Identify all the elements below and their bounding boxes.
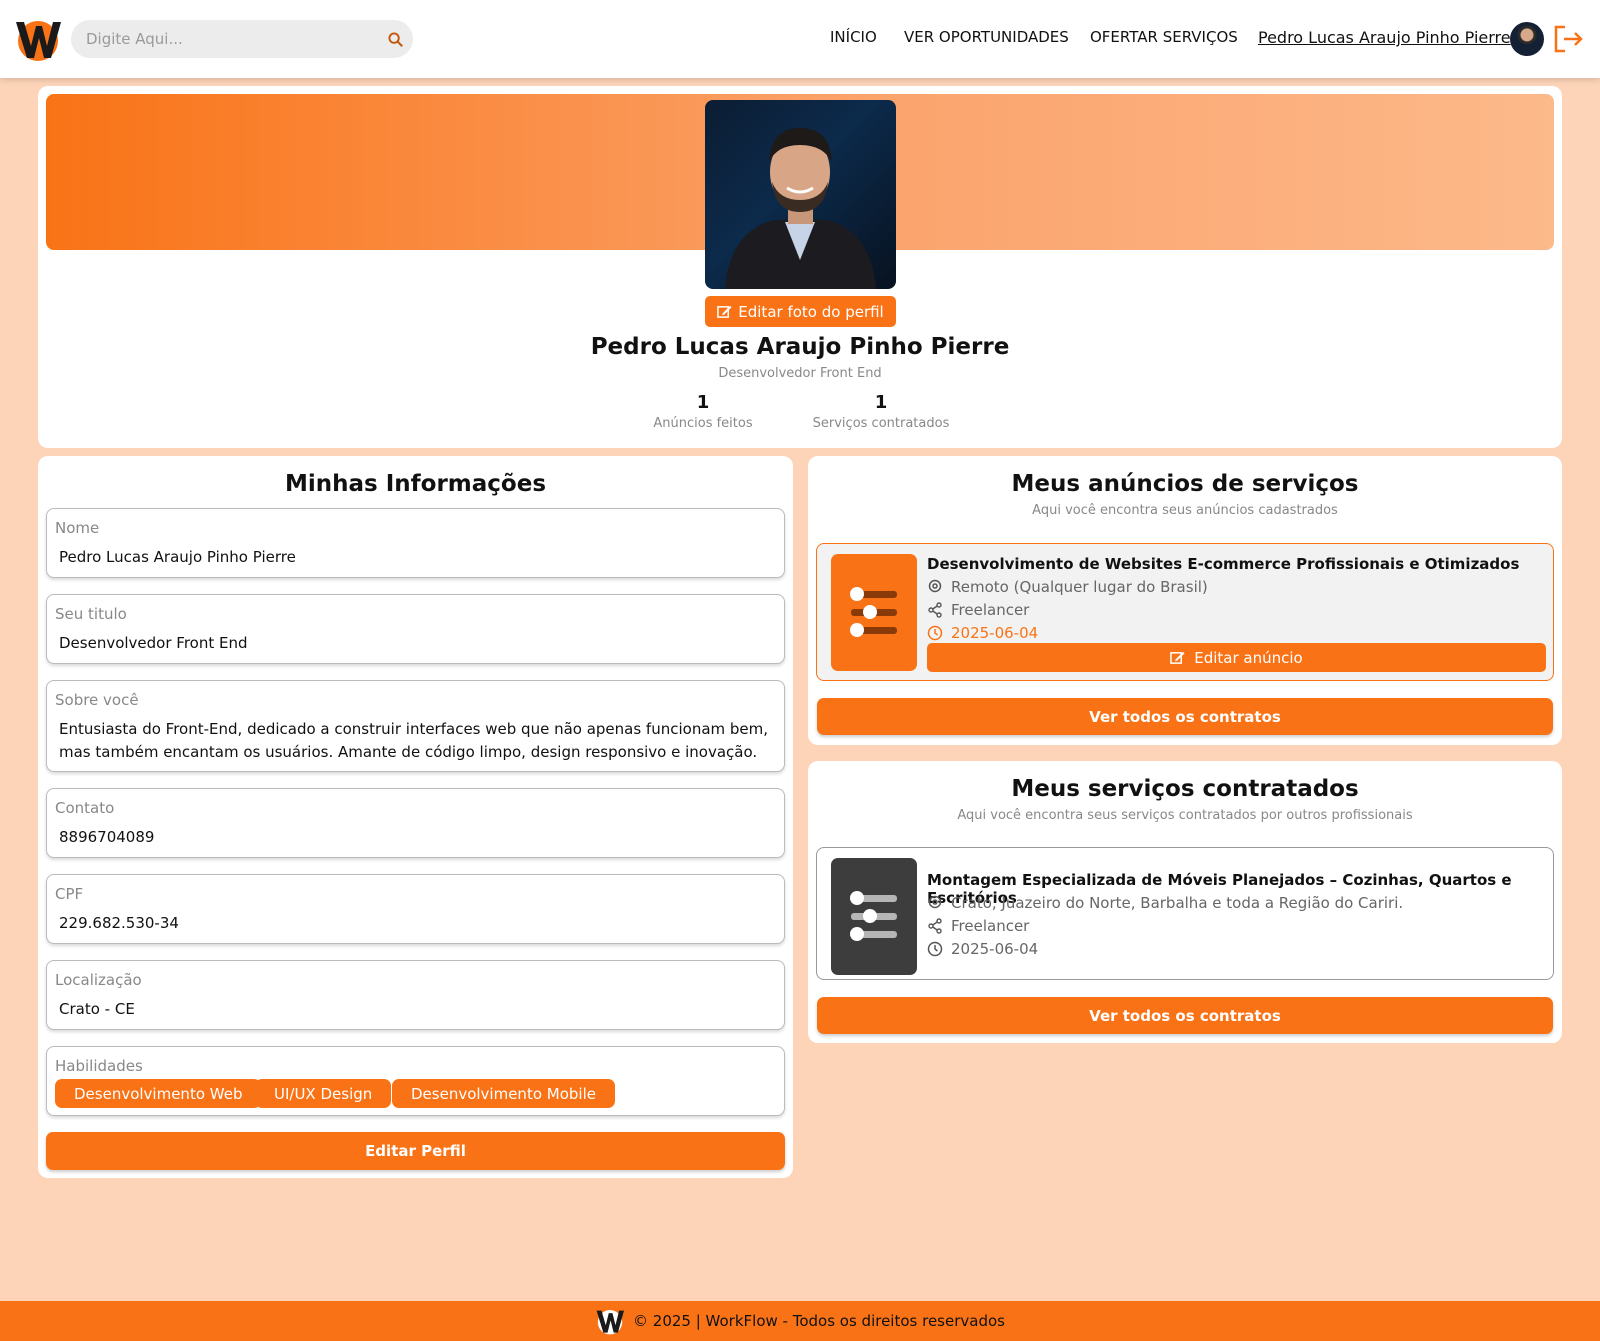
logout-icon[interactable] — [1553, 24, 1585, 54]
field-value: Desenvolvedor Front End — [59, 634, 248, 652]
field-titulo[interactable]: Seu titulo Desenvolvedor Front End — [46, 594, 785, 664]
avatar[interactable] — [1510, 22, 1544, 56]
view-all-contracts-button[interactable]: Ver todos os contratos — [817, 698, 1553, 735]
stat-value: 1 — [696, 392, 710, 413]
edit-ad-label: Editar anúncio — [1194, 648, 1303, 667]
stat-value: 1 — [874, 392, 888, 413]
field-label: Sobre você — [55, 691, 139, 709]
field-value: 8896704089 — [59, 828, 155, 846]
contracted-heading: Meus serviços contratados — [1011, 776, 1359, 802]
contracted-type: Freelancer — [927, 917, 1029, 935]
nav-inicio[interactable]: INÍCIO — [830, 28, 877, 46]
search-icon[interactable] — [377, 20, 413, 58]
search-input[interactable] — [71, 30, 377, 48]
contracted-card: Meus serviços contratados Aqui você enco… — [808, 761, 1562, 1043]
nav-user-profile-link[interactable]: Pedro Lucas Araujo Pinho Pierre — [1258, 28, 1511, 47]
field-nome[interactable]: Nome Pedro Lucas Araujo Pinho Pierre — [46, 508, 785, 578]
ad-location-text: Remoto (Qualquer lugar do Brasil) — [951, 578, 1208, 596]
contracted-date: 2025-06-04 — [927, 940, 1038, 958]
view-all-contracts-button[interactable]: Ver todos os contratos — [817, 997, 1553, 1034]
field-habilidades: Habilidades Desenvolvimento Web UI/UX De… — [46, 1046, 785, 1116]
field-label: Habilidades — [55, 1057, 143, 1075]
profile-title: Desenvolvedor Front End — [718, 366, 882, 381]
profile-name: Pedro Lucas Araujo Pinho Pierre — [590, 334, 1010, 360]
field-localizacao[interactable]: Localização Crato - CE — [46, 960, 785, 1030]
list-icon — [831, 554, 917, 671]
stat-label: Anúncios feitos — [653, 416, 753, 431]
location-pin-icon — [928, 895, 942, 909]
ad-title: Desenvolvimento de Websites E-commerce P… — [927, 555, 1520, 573]
edit-icon — [1170, 651, 1185, 664]
edit-photo-button[interactable]: Editar foto do perfil — [705, 296, 896, 327]
contracted-location-text: Crato, Juazeiro do Norte, Barbalha e tod… — [951, 894, 1404, 912]
ads-heading: Meus anúncios de serviços — [1011, 471, 1359, 497]
ads-subheading: Aqui você encontra seus anúncios cadastr… — [1032, 503, 1338, 518]
contracted-listing[interactable]: Montagem Especializada de Móveis Planeja… — [816, 847, 1554, 980]
contracted-subheading: Aqui você encontra seus serviços contrat… — [957, 808, 1413, 823]
field-contato[interactable]: Contato 8896704089 — [46, 788, 785, 858]
ad-listing[interactable]: Desenvolvimento de Websites E-commerce P… — [816, 543, 1554, 681]
skill-chip[interactable]: Desenvolvimento Mobile — [392, 1079, 615, 1108]
top-navbar: INÍCIO VER OPORTUNIDADES OFERTAR SERVIÇO… — [0, 0, 1600, 78]
stat-servicos: 1 Serviços contratados — [801, 392, 961, 431]
nav-ver-oportunidades[interactable]: VER OPORTUNIDADES — [904, 28, 1069, 46]
footer-text: © 2025 | WorkFlow - Todos os direitos re… — [633, 1312, 1005, 1330]
edit-photo-label: Editar foto do perfil — [738, 302, 884, 321]
ad-date: 2025-06-04 — [927, 624, 1038, 642]
edit-ad-button[interactable]: Editar anúncio — [927, 643, 1546, 672]
ad-date-text: 2025-06-04 — [951, 624, 1039, 642]
skill-chip[interactable]: Desenvolvimento Web — [55, 1079, 262, 1108]
edit-icon — [717, 305, 732, 318]
list-icon — [831, 858, 917, 975]
profile-card: Editar foto do perfil Pedro Lucas Araujo… — [38, 86, 1562, 448]
profile-photo — [705, 100, 896, 289]
field-label: Nome — [55, 519, 100, 537]
nav-ofertar-servicos[interactable]: OFERTAR SERVIÇOS — [1090, 28, 1238, 46]
contracted-date-text: 2025-06-04 — [951, 940, 1039, 958]
edit-profile-button[interactable]: Editar Perfil — [46, 1132, 785, 1170]
ad-type-text: Freelancer — [951, 601, 1030, 619]
info-card: Minhas Informações Nome Pedro Lucas Arau… — [38, 456, 793, 1178]
clock-icon — [927, 941, 943, 957]
footer: © 2025 | WorkFlow - Todos os direitos re… — [0, 1301, 1600, 1341]
stat-anuncios: 1 Anúncios feitos — [623, 392, 783, 431]
field-cpf[interactable]: CPF 229.682.530-34 — [46, 874, 785, 944]
workflow-logo — [596, 1310, 625, 1335]
field-value: Pedro Lucas Araujo Pinho Pierre — [59, 548, 296, 566]
field-sobre[interactable]: Sobre você Entusiasta do Front-End, dedi… — [46, 680, 785, 772]
info-heading: Minhas Informações — [284, 471, 547, 497]
skill-chip[interactable]: UI/UX Design — [255, 1079, 392, 1108]
clock-icon — [927, 625, 943, 641]
field-label: CPF — [55, 885, 84, 903]
contracted-type-text: Freelancer — [951, 917, 1030, 935]
location-pin-icon — [928, 579, 942, 593]
share-icon — [928, 918, 942, 934]
share-icon — [928, 602, 942, 618]
ad-type: Freelancer — [927, 601, 1029, 619]
field-label: Seu titulo — [55, 605, 127, 623]
field-label: Contato — [55, 799, 115, 817]
ad-location: Remoto (Qualquer lugar do Brasil) — [927, 578, 1208, 596]
contracted-location: Crato, Juazeiro do Norte, Barbalha e tod… — [927, 894, 1403, 912]
search-bar — [71, 20, 413, 58]
field-value: Entusiasta do Front-End, dedicado a cons… — [59, 720, 769, 761]
field-value: Crato - CE — [59, 1000, 135, 1018]
field-label: Localização — [55, 971, 142, 989]
stat-label: Serviços contratados — [812, 416, 950, 431]
workflow-logo[interactable] — [14, 16, 62, 62]
ads-card: Meus anúncios de serviços Aqui você enco… — [808, 456, 1562, 745]
field-value: 229.682.530-34 — [59, 914, 179, 932]
